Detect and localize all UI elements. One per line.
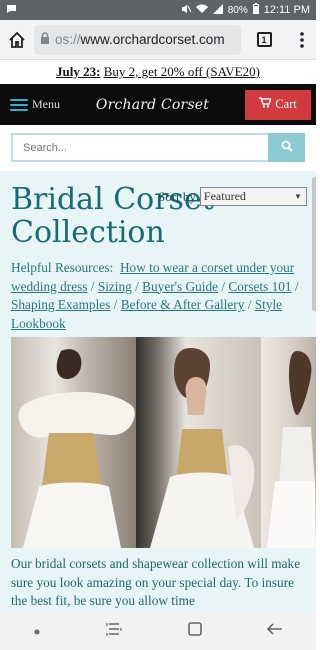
lock-icon: [40, 32, 50, 47]
tabs-icon[interactable]: 1: [241, 20, 287, 60]
status-bar: 80% 12:11 PM: [0, 0, 316, 20]
cart-label: Cart: [275, 97, 297, 111]
main-content: Bridal Corset Collection Sort by Feature…: [0, 171, 316, 613]
mute-icon: [181, 4, 192, 17]
dropdown-arrow-icon: ▼: [294, 192, 302, 201]
promo-offer[interactable]: Buy 2, get 20% off (SAVE20): [104, 64, 260, 79]
address-bar[interactable]: os://www.orchardcorset.com: [34, 24, 241, 55]
sort-control: Sort by Featured ▼: [158, 187, 307, 206]
sort-selected: Featured: [203, 189, 246, 203]
promo-date: July 23:: [56, 64, 101, 79]
url-host: www.orchardcorset.com: [80, 32, 225, 47]
clock: 12:11 PM: [263, 4, 310, 16]
search-button[interactable]: [268, 133, 305, 162]
battery-icon: [252, 3, 259, 17]
bridal-photo-dress: [261, 337, 316, 548]
separator: /: [90, 278, 95, 294]
menu-button[interactable]: Menu: [0, 84, 60, 125]
browser-toolbar: os://www.orchardcorset.com 1: [0, 20, 316, 60]
hamburger-icon: [10, 98, 28, 111]
recents-icon[interactable]: [106, 622, 122, 641]
search-bar: [0, 126, 316, 171]
home-square-icon[interactable]: [187, 622, 202, 641]
battery-percent: 80%: [227, 4, 248, 16]
search-input[interactable]: [11, 133, 269, 162]
site-logo[interactable]: Orchard Corset: [60, 97, 245, 113]
helpful-resources: Helpful Resources: How to wear a corset …: [11, 259, 301, 333]
separator: /: [221, 278, 226, 294]
resource-link-shaping-examples[interactable]: Shaping Examples: [11, 297, 110, 312]
cart-icon: [259, 97, 273, 112]
overflow-menu-icon[interactable]: [287, 20, 316, 60]
android-nav-bar: [0, 613, 316, 650]
resource-link-corsets-101[interactable]: Corsets 101: [228, 279, 291, 294]
site-header: Menu Orchard Corset Cart: [0, 84, 316, 125]
separator: /: [294, 278, 299, 294]
message-icon: [6, 4, 17, 17]
tab-count: 1: [256, 32, 272, 47]
separator: /: [247, 297, 252, 312]
search-icon: [281, 139, 293, 157]
menu-label: Menu: [32, 97, 60, 111]
resource-link-sizing[interactable]: Sizing: [98, 279, 132, 294]
bridal-photo-banner[interactable]: [11, 337, 316, 548]
separator: /: [113, 297, 118, 312]
back-icon[interactable]: [267, 622, 283, 641]
signal-icon: [212, 3, 223, 17]
promo-banner[interactable]: July 23: Buy 2, get 20% off (SAVE20): [0, 61, 316, 83]
resources-label: Helpful Resources:: [11, 260, 114, 275]
bridal-photo-back-fur: [11, 337, 136, 548]
separator: /: [135, 278, 139, 294]
sort-select[interactable]: Featured ▼: [199, 187, 307, 206]
cart-button[interactable]: Cart: [245, 89, 311, 120]
resource-link-buyers-guide[interactable]: Buyer's Guide: [142, 279, 218, 294]
resource-link-before-after[interactable]: Before & After Gallery: [121, 297, 245, 312]
sort-label: Sort by: [158, 188, 196, 204]
bridal-photo-side: [136, 337, 261, 548]
collection-description: Our bridal corsets and shapewear collect…: [11, 556, 301, 608]
home-icon[interactable]: [0, 20, 34, 60]
side-scroll-tab[interactable]: [312, 177, 316, 311]
dot-icon[interactable]: [33, 623, 41, 641]
url-scheme: os://: [55, 32, 81, 47]
wifi-icon: [195, 4, 208, 17]
